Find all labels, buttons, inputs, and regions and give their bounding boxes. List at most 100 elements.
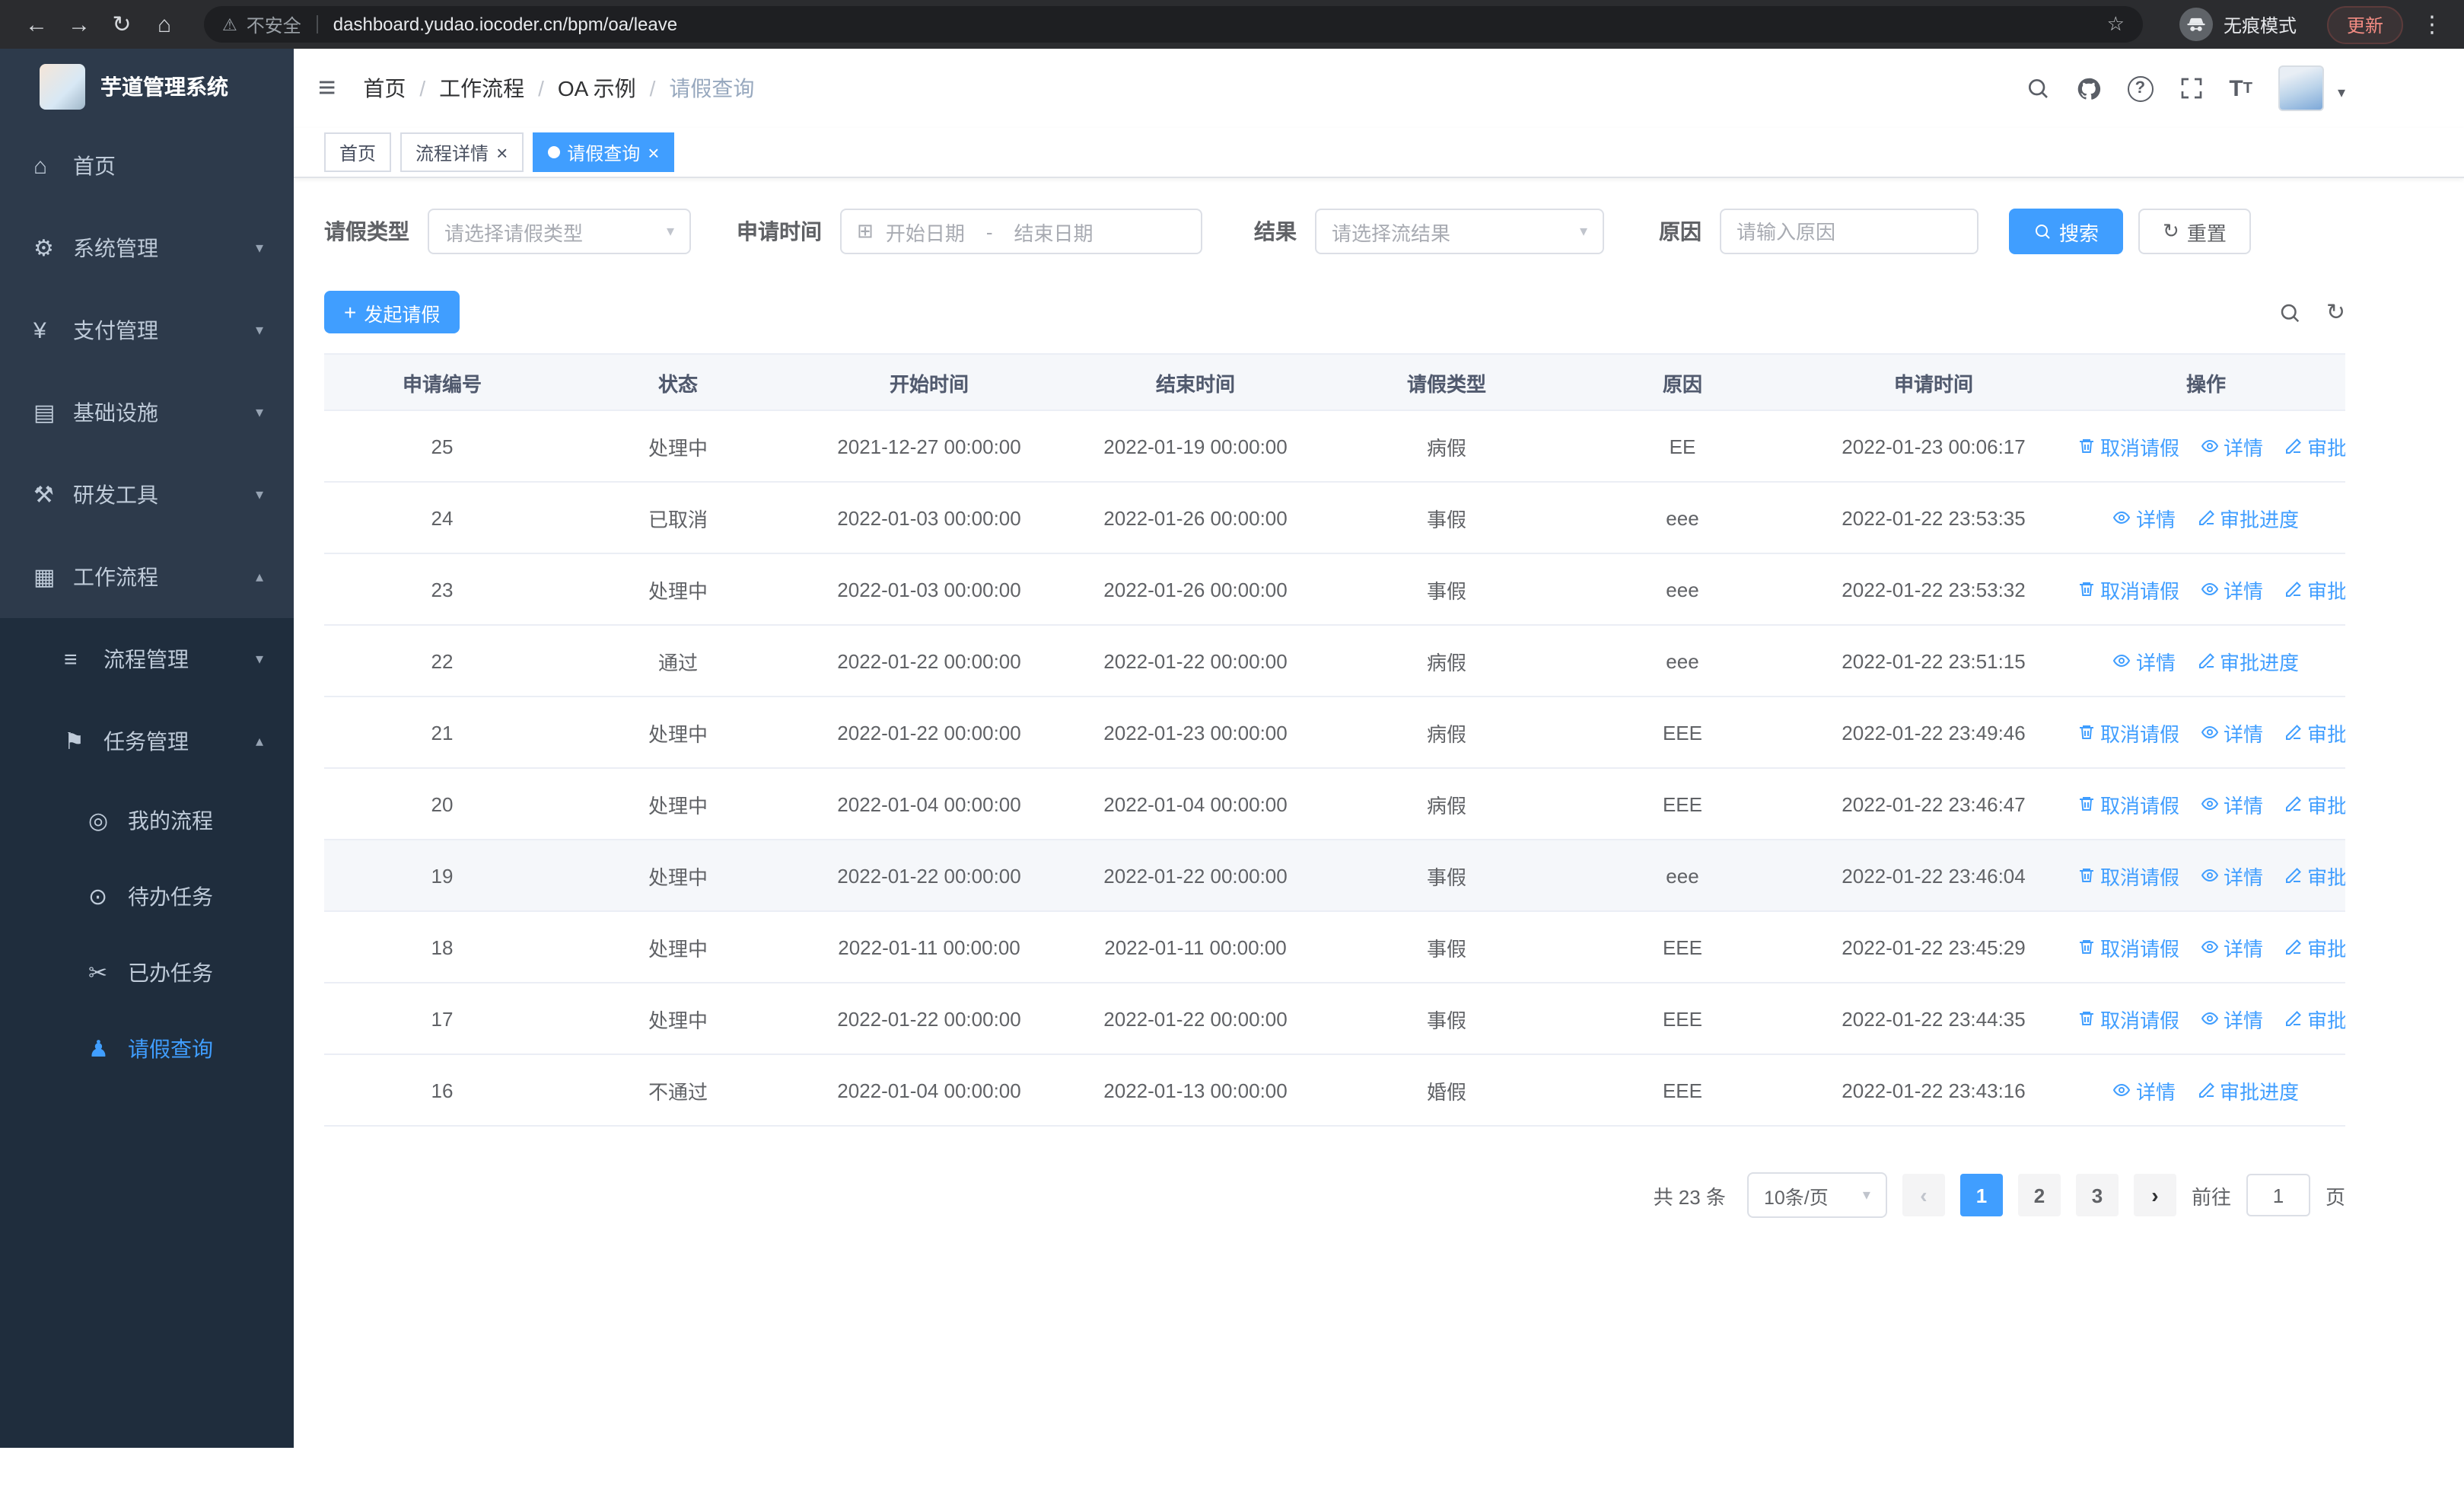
detail-link[interactable]: 详情 — [2201, 861, 2263, 890]
cancel-leave-link[interactable]: 取消请假 — [2077, 432, 2179, 461]
tab-leave-query[interactable]: 请假查询 × — [532, 132, 675, 172]
sidebar-item-workflow[interactable]: ▦ 工作流程 ▴ — [0, 536, 294, 618]
table-header-row: 申请编号 状态 开始时间 结束时间 请假类型 原因 申请时间 操作 — [324, 353, 2345, 411]
sidebar-item-my-process[interactable]: ◎ 我的流程 — [0, 783, 294, 859]
reason-input[interactable] — [1720, 209, 1979, 254]
table-search-icon[interactable] — [2279, 301, 2302, 324]
sidebar-item-leave-query[interactable]: ♟ 请假查询 — [0, 1011, 294, 1087]
sidebar-item-dev-tools[interactable]: ⚒ 研发工具 ▾ — [0, 454, 294, 536]
action-label: 取消请假 — [2100, 794, 2180, 817]
cell-start-time: 2022-01-22 00:00:00 — [796, 983, 1062, 1055]
cell-actions: 详情 审批进度 — [2067, 625, 2345, 697]
detail-link[interactable]: 详情 — [2201, 432, 2263, 461]
leave-type-select[interactable]: 请选择请假类型 ▾ — [428, 209, 691, 254]
result-placeholder: 请选择流结果 — [1332, 222, 1451, 244]
search-button[interactable]: 搜索 — [2009, 209, 2124, 254]
breadcrumb-item[interactable]: 工作流程 — [439, 73, 524, 104]
sidebar-item-label: 任务管理 — [103, 729, 189, 754]
detail-icon — [2201, 1009, 2219, 1028]
detail-link[interactable]: 详情 — [2201, 718, 2263, 747]
tab-process-detail[interactable]: 流程详情 × — [400, 132, 524, 172]
help-icon[interactable]: ? — [2127, 75, 2154, 101]
detail-link[interactable]: 详情 — [2201, 1004, 2263, 1033]
cell-actions: 取消请假 详情 审批进度 — [2067, 768, 2345, 840]
sidebar-item-home[interactable]: ⌂ 首页 — [0, 125, 294, 207]
sidebar-item-infrastructure[interactable]: ▤ 基础设施 ▾ — [0, 371, 294, 454]
breadcrumb-item[interactable]: 首页 — [363, 73, 406, 104]
approval-progress-link[interactable]: 审批进度 — [2284, 861, 2345, 890]
user-icon: ♟ — [88, 1037, 109, 1063]
apply-time-range-picker[interactable]: ⊞ 开始日期 - 结束日期 — [840, 209, 1202, 254]
approval-progress-link[interactable]: 审批进度 — [2284, 575, 2345, 604]
cell-status: 处理中 — [560, 983, 796, 1055]
detail-link[interactable]: 详情 — [2113, 1076, 2176, 1105]
detail-link[interactable]: 详情 — [2201, 789, 2263, 818]
detail-link[interactable]: 详情 — [2113, 503, 2176, 532]
approval-progress-link[interactable]: 审批进度 — [2197, 503, 2299, 532]
sidebar-item-process-mgmt[interactable]: ≡ 流程管理 ▾ — [0, 618, 294, 700]
page-3-button[interactable]: 3 — [2075, 1174, 2119, 1216]
cancel-leave-link[interactable]: 取消请假 — [2077, 932, 2179, 961]
result-label: 结果 — [1254, 219, 1297, 244]
cancel-leave-link[interactable]: 取消请假 — [2077, 1004, 2179, 1033]
detail-link[interactable]: 详情 — [2113, 646, 2176, 675]
bookmark-star-icon[interactable]: ☆ — [2107, 12, 2125, 37]
forward-button[interactable]: → — [61, 11, 97, 37]
table-refresh-icon[interactable]: ↻ — [2326, 298, 2345, 326]
search-icon[interactable] — [2025, 76, 2049, 100]
github-icon[interactable] — [2075, 75, 2101, 101]
cancel-leave-link[interactable]: 取消请假 — [2077, 789, 2179, 818]
approval-progress-link[interactable]: 审批进度 — [2284, 1004, 2345, 1033]
detail-link[interactable]: 详情 — [2201, 932, 2263, 961]
address-bar[interactable]: ⚠ 不安全 dashboard.yudao.iocoder.cn/bpm/oa/… — [204, 6, 2143, 43]
detail-link[interactable]: 详情 — [2201, 575, 2263, 604]
cancel-leave-link[interactable]: 取消请假 — [2077, 861, 2179, 890]
plus-icon: + — [344, 300, 357, 324]
cancel-leave-link[interactable]: 取消请假 — [2077, 575, 2179, 604]
sidebar-item-system[interactable]: ⚙ 系统管理 ▾ — [0, 207, 294, 289]
cancel-leave-link[interactable]: 取消请假 — [2077, 718, 2179, 747]
approval-progress-link[interactable]: 审批进度 — [2284, 432, 2345, 461]
next-page-button[interactable]: › — [2133, 1174, 2176, 1216]
sidebar-toggle-icon[interactable]: ≡ — [318, 71, 336, 106]
cancel-icon — [2077, 866, 2096, 885]
chevron-down-icon: ▾ — [255, 322, 263, 339]
back-button[interactable]: ← — [18, 11, 55, 37]
goto-page-input[interactable] — [2246, 1174, 2310, 1216]
cell-leave-type: 事假 — [1329, 840, 1565, 912]
home-button[interactable]: ⌂ — [146, 11, 183, 37]
reload-button[interactable]: ↻ — [103, 11, 140, 38]
end-date-placeholder: 结束日期 — [1014, 222, 1094, 244]
create-leave-button[interactable]: + 发起请假 — [324, 291, 460, 333]
reset-button[interactable]: ↻ 重置 — [2138, 209, 2251, 254]
page-2-button[interactable]: 2 — [2017, 1174, 2061, 1216]
tab-home[interactable]: 首页 — [324, 132, 392, 172]
chevron-down-icon: ▾ — [255, 486, 263, 503]
menu-dots-icon[interactable]: ⋮ — [2418, 11, 2446, 38]
breadcrumb-item[interactable]: OA 示例 — [558, 73, 636, 104]
close-icon[interactable]: × — [496, 142, 508, 162]
prev-page-button[interactable]: ‹ — [1902, 1174, 1945, 1216]
breadcrumb-separator: / — [538, 76, 544, 100]
font-size-icon[interactable]: TT — [2229, 75, 2252, 101]
fullscreen-icon[interactable] — [2179, 76, 2203, 100]
cell-id: 24 — [324, 482, 560, 554]
avatar[interactable] — [2278, 65, 2324, 111]
cancel-icon — [2077, 580, 2096, 598]
approval-progress-link[interactable]: 审批进度 — [2197, 1076, 2299, 1105]
approval-progress-link[interactable]: 审批进度 — [2284, 932, 2345, 961]
sidebar-item-task-mgmt[interactable]: ⚑ 任务管理 ▴ — [0, 700, 294, 783]
close-icon[interactable]: × — [648, 142, 659, 162]
approval-progress-link[interactable]: 审批进度 — [2284, 789, 2345, 818]
result-select[interactable]: 请选择流结果 ▾ — [1315, 209, 1604, 254]
page-size-select[interactable]: 10条/页 ▾ — [1746, 1172, 1887, 1218]
sidebar-item-done-task[interactable]: ✂ 已办任务 — [0, 935, 294, 1011]
page-1-button[interactable]: 1 — [1959, 1174, 2003, 1216]
browser-window: ← → ↻ ⌂ ⚠ 不安全 dashboard.yudao.iocoder.cn… — [0, 0, 2464, 1495]
sidebar-item-todo-task[interactable]: ⊙ 待办任务 — [0, 859, 294, 935]
approval-progress-link[interactable]: 审批进度 — [2284, 718, 2345, 747]
approval-progress-link[interactable]: 审批进度 — [2197, 646, 2299, 675]
sidebar-item-payment[interactable]: ¥ 支付管理 ▾ — [0, 289, 294, 371]
progress-icon — [2197, 652, 2215, 670]
update-button[interactable]: 更新 — [2326, 5, 2403, 43]
